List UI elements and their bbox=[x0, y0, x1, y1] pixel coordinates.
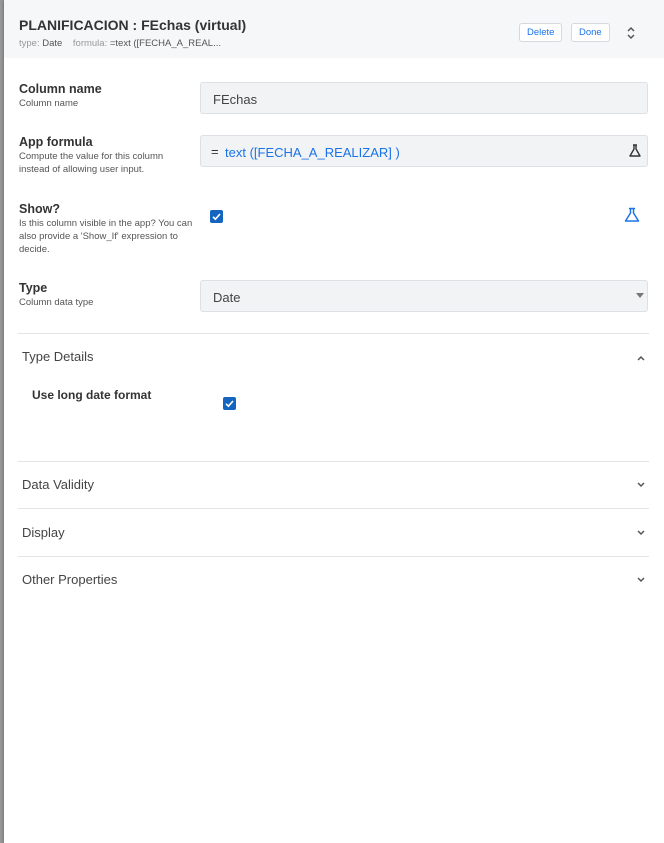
app-formula-label: App formula bbox=[19, 135, 93, 149]
column-name-value: FEchas bbox=[213, 92, 258, 107]
formula-equals-sign: = bbox=[211, 144, 219, 159]
chevron-up-icon[interactable] bbox=[636, 354, 646, 362]
app-formula-value: text ([FECHA_A_REALIZAR] ) bbox=[225, 145, 400, 160]
type-value: Date bbox=[42, 38, 63, 49]
checkbox-checked-icon bbox=[212, 213, 221, 221]
long-date-format-label: Use long date format bbox=[32, 388, 152, 402]
type-description: Column data type bbox=[19, 297, 94, 308]
dropdown-caret-icon bbox=[636, 293, 644, 298]
column-name-description: Column name bbox=[19, 98, 79, 109]
app-formula-input[interactable]: = text ([FECHA_A_REALIZAR] ) bbox=[200, 135, 648, 167]
divider bbox=[18, 461, 649, 462]
column-name-input[interactable]: FEchas bbox=[200, 82, 648, 114]
flask-icon[interactable] bbox=[629, 144, 641, 158]
section-other-properties[interactable]: Other Properties bbox=[22, 572, 117, 587]
long-date-format-checkbox[interactable] bbox=[223, 397, 236, 410]
column-summary: type: Date formula: =text ([FECHA_A_REAL… bbox=[19, 38, 221, 49]
column-editor-panel: PLANIFICACION : FEchas (virtual) type: D… bbox=[4, 0, 664, 843]
show-label: Show? bbox=[19, 202, 60, 216]
divider bbox=[18, 556, 649, 557]
section-type-details[interactable]: Type Details bbox=[22, 349, 94, 364]
app-formula-description: Compute the value for this column instea… bbox=[19, 151, 164, 175]
show-description: Is this column visible in the app? You c… bbox=[19, 218, 193, 255]
delete-button[interactable]: Delete bbox=[519, 23, 563, 42]
done-button[interactable]: Done bbox=[571, 23, 610, 42]
type-select[interactable]: Date bbox=[200, 280, 648, 312]
chevron-down-icon[interactable] bbox=[636, 529, 646, 537]
checkbox-checked-icon bbox=[225, 400, 234, 408]
panel-title: PLANIFICACION : FEchas (virtual) bbox=[19, 17, 247, 33]
formula-value: =text ([FECHA_A_REAL... bbox=[109, 38, 221, 49]
show-checkbox[interactable] bbox=[210, 210, 223, 223]
section-data-validity[interactable]: Data Validity bbox=[22, 477, 94, 492]
type-select-value: Date bbox=[213, 290, 241, 305]
column-name-label: Column name bbox=[19, 82, 102, 96]
expand-collapse-icon[interactable] bbox=[624, 24, 638, 42]
section-display[interactable]: Display bbox=[22, 525, 65, 540]
type-key: type: bbox=[19, 38, 40, 49]
chevron-down-icon[interactable] bbox=[636, 481, 646, 489]
panel-header: PLANIFICACION : FEchas (virtual) type: D… bbox=[4, 0, 664, 58]
chevron-down-icon[interactable] bbox=[636, 576, 646, 584]
formula-key: formula: bbox=[72, 38, 108, 49]
divider bbox=[18, 508, 649, 509]
show-if-flask-icon[interactable] bbox=[624, 207, 640, 223]
divider bbox=[18, 333, 649, 334]
type-label: Type bbox=[19, 281, 48, 295]
